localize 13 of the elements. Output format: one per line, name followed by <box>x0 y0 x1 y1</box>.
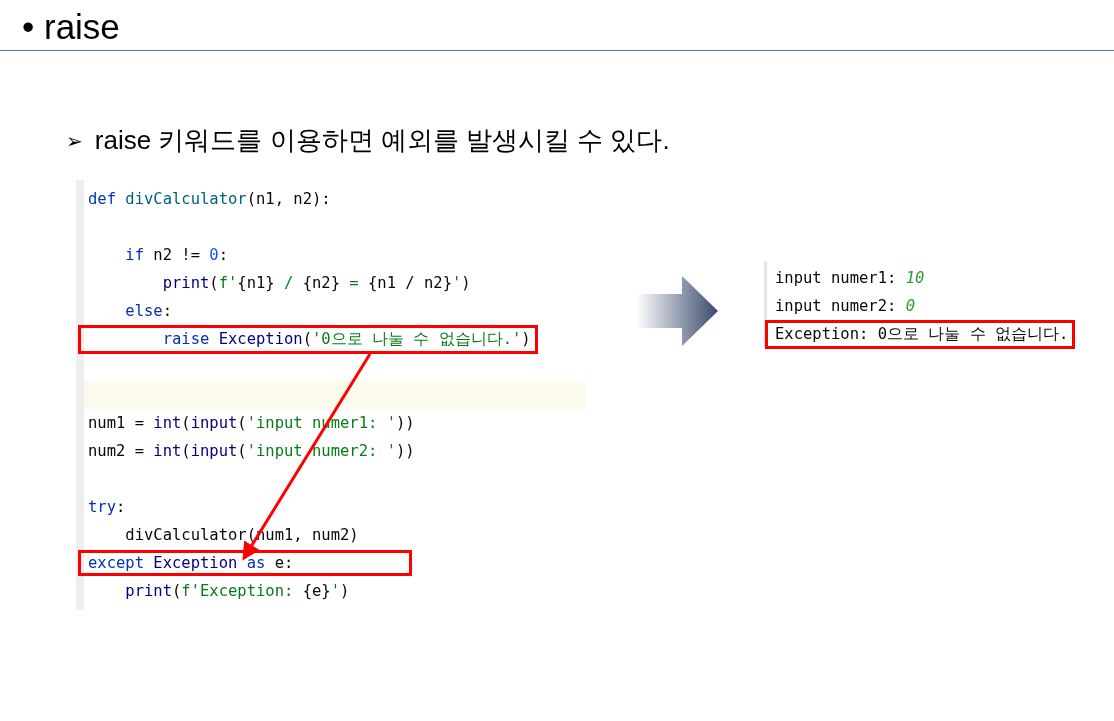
code-line: num2 = int(input('input numer2: ')) <box>87 441 416 462</box>
code-line: if n2 != 0: <box>124 245 229 266</box>
bullet-arrow-icon: ➢ <box>66 128 83 153</box>
code-line: else: <box>124 301 173 322</box>
code-line: print(f'Exception: {e}') <box>124 581 351 602</box>
bullet-text: raise 키워드를 이용하면 예외를 발생시킬 수 있다. <box>94 124 670 157</box>
code-line: try: <box>87 497 127 518</box>
slide-title: • raise <box>22 6 120 48</box>
arrow-right-icon <box>636 276 718 346</box>
code-line: print(f'{n1} / {n2} = {n1 / n2}') <box>161 273 472 294</box>
output-line: input numer1: 10 <box>774 268 926 289</box>
code-line: def divCalculator(n1, n2): <box>87 189 332 210</box>
output-line: input numer2: 0 <box>774 296 916 317</box>
